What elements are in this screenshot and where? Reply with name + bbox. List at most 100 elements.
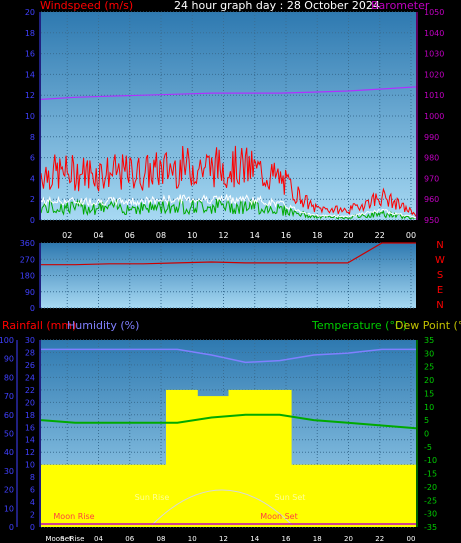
rain-bar: [228, 389, 261, 527]
bottom-x-tick-label: 16: [282, 535, 291, 543]
humidity-y-tick: 80: [4, 373, 14, 382]
rain-y-tick: 8: [30, 473, 35, 482]
humidity-y-tick: 60: [4, 411, 14, 420]
compass-label: N: [436, 300, 443, 311]
wind-y-tick: 0: [30, 216, 35, 225]
baro-y-tick: 980: [424, 154, 439, 163]
rain-y-tick: 22: [25, 386, 35, 395]
rain-y-tick: 16: [25, 423, 35, 432]
dir-y-tick: 360: [20, 239, 35, 248]
baro-y-tick: 950: [424, 216, 439, 225]
temp-y-tick: 10: [424, 403, 434, 412]
weather-graph-page: Windspeed (m/s) 24 hour graph day : 28 O…: [0, 0, 461, 543]
rain-y-tick: 20: [25, 398, 35, 407]
wind-y-tick: 6: [30, 154, 35, 163]
rain-y-tick: 0: [30, 523, 35, 532]
bottom-x-tick-label: 00: [407, 535, 416, 543]
wind-y-tick: 10: [25, 112, 35, 121]
baro-y-tick: 1000: [424, 112, 444, 121]
bottom-x-tick-label: 10: [188, 535, 197, 543]
wind-y-tick: 12: [25, 91, 35, 100]
rain-y-tick: 6: [30, 486, 35, 495]
chart-canvas: 02 04 06 08 10 12 14 16 18 20 22 00MoonSetRise 04 06 0…: [0, 8, 445, 543]
temp-y-tick: -10: [424, 456, 437, 465]
bottom-x-tick-label: 12: [219, 535, 228, 543]
rain-y-tick: 24: [25, 373, 35, 382]
humidity-y-tick: 70: [4, 392, 14, 401]
rain-y-tick: 30: [25, 336, 35, 345]
wind-y-tick: 8: [30, 133, 35, 142]
x-tick-label: 00: [406, 231, 416, 240]
wind-y-tick: 18: [25, 29, 35, 38]
humidity-y-tick: 10: [4, 504, 14, 513]
compass-label: N: [436, 240, 443, 251]
humidity-y-tick: 40: [4, 448, 14, 457]
temp-y-tick: 5: [424, 416, 429, 425]
humidity-y-tick: 30: [4, 467, 14, 476]
rain-y-tick: 10: [25, 461, 35, 470]
wind-y-tick: 16: [25, 50, 35, 59]
moon-rise-label: Moon Rise: [53, 512, 94, 521]
bottom-x-tick-label: 06: [125, 535, 134, 543]
temp-y-tick: -25: [424, 496, 437, 505]
rain-y-tick: 2: [30, 511, 35, 520]
rain-y-tick: 28: [25, 348, 35, 357]
humidity-y-tick: 0: [9, 523, 14, 532]
rain-bar: [166, 389, 198, 527]
temp-y-tick: 30: [424, 349, 434, 358]
compass-label: E: [437, 285, 443, 296]
temp-y-tick: 15: [424, 389, 434, 398]
baro-y-tick: 990: [424, 133, 439, 142]
dir-y-tick: 270: [20, 255, 35, 264]
x-tick-label: 10: [187, 231, 197, 240]
temp-y-tick: -30: [424, 510, 437, 519]
x-tick-label: 12: [218, 231, 228, 240]
wind-y-tick: 2: [30, 195, 35, 204]
x-tick-label: 18: [312, 231, 322, 240]
bottom-x-tick-label: 18: [313, 535, 322, 543]
rain-bar: [259, 389, 292, 527]
compass-label: W: [435, 255, 445, 266]
rain-bar: [103, 464, 136, 527]
rain-y-tick: 26: [25, 361, 35, 370]
baro-y-tick: 1010: [424, 91, 444, 100]
rain-y-tick: 12: [25, 448, 35, 457]
x-tick-label: 06: [125, 231, 135, 240]
dir-y-tick: 0: [30, 304, 35, 313]
wind-y-tick: 14: [25, 70, 35, 79]
x-tick-label: 02: [62, 231, 72, 240]
rain-y-tick: 4: [30, 498, 35, 507]
wind-y-tick: 4: [30, 174, 35, 183]
x-tick-label: 14: [250, 231, 260, 240]
x-tick-label: 22: [375, 231, 385, 240]
bottom-x-tick-label: 22: [375, 535, 384, 543]
temp-y-tick: 20: [424, 376, 434, 385]
temp-y-tick: -5: [424, 443, 432, 452]
x-tick-label: 16: [281, 231, 291, 240]
baro-y-tick: 970: [424, 174, 439, 183]
moon-set-label: Moon Set: [260, 512, 297, 521]
bottom-x-tick-label: 08: [157, 535, 166, 543]
humidity-y-tick: 90: [4, 355, 14, 364]
rain-bar: [353, 464, 386, 527]
humidity-y-tick: 20: [4, 486, 14, 495]
baro-y-tick: 1020: [424, 70, 444, 79]
humidity-y-tick: 50: [4, 430, 14, 439]
baro-y-tick: 1050: [424, 8, 444, 17]
dir-y-tick: 180: [20, 272, 35, 281]
temp-y-tick: 25: [424, 363, 434, 372]
x-tick-label: 08: [156, 231, 166, 240]
temp-y-tick: -20: [424, 483, 437, 492]
humidity-y-tick: 100: [0, 336, 14, 345]
rain-bar: [384, 464, 416, 527]
compass-label: S: [437, 270, 443, 281]
bottom-x-tick-label: 20: [344, 535, 353, 543]
rain-y-tick: 14: [25, 436, 35, 445]
temp-y-tick: 0: [424, 430, 429, 439]
bottom-x-tick-label: 04: [94, 535, 103, 543]
rain-bar: [322, 464, 355, 527]
baro-y-tick: 1040: [424, 29, 444, 38]
sun-rise-label: Sun Rise: [135, 493, 170, 502]
bottom-x-tick-label: Rise: [70, 535, 85, 543]
x-tick-label: 04: [93, 231, 103, 240]
